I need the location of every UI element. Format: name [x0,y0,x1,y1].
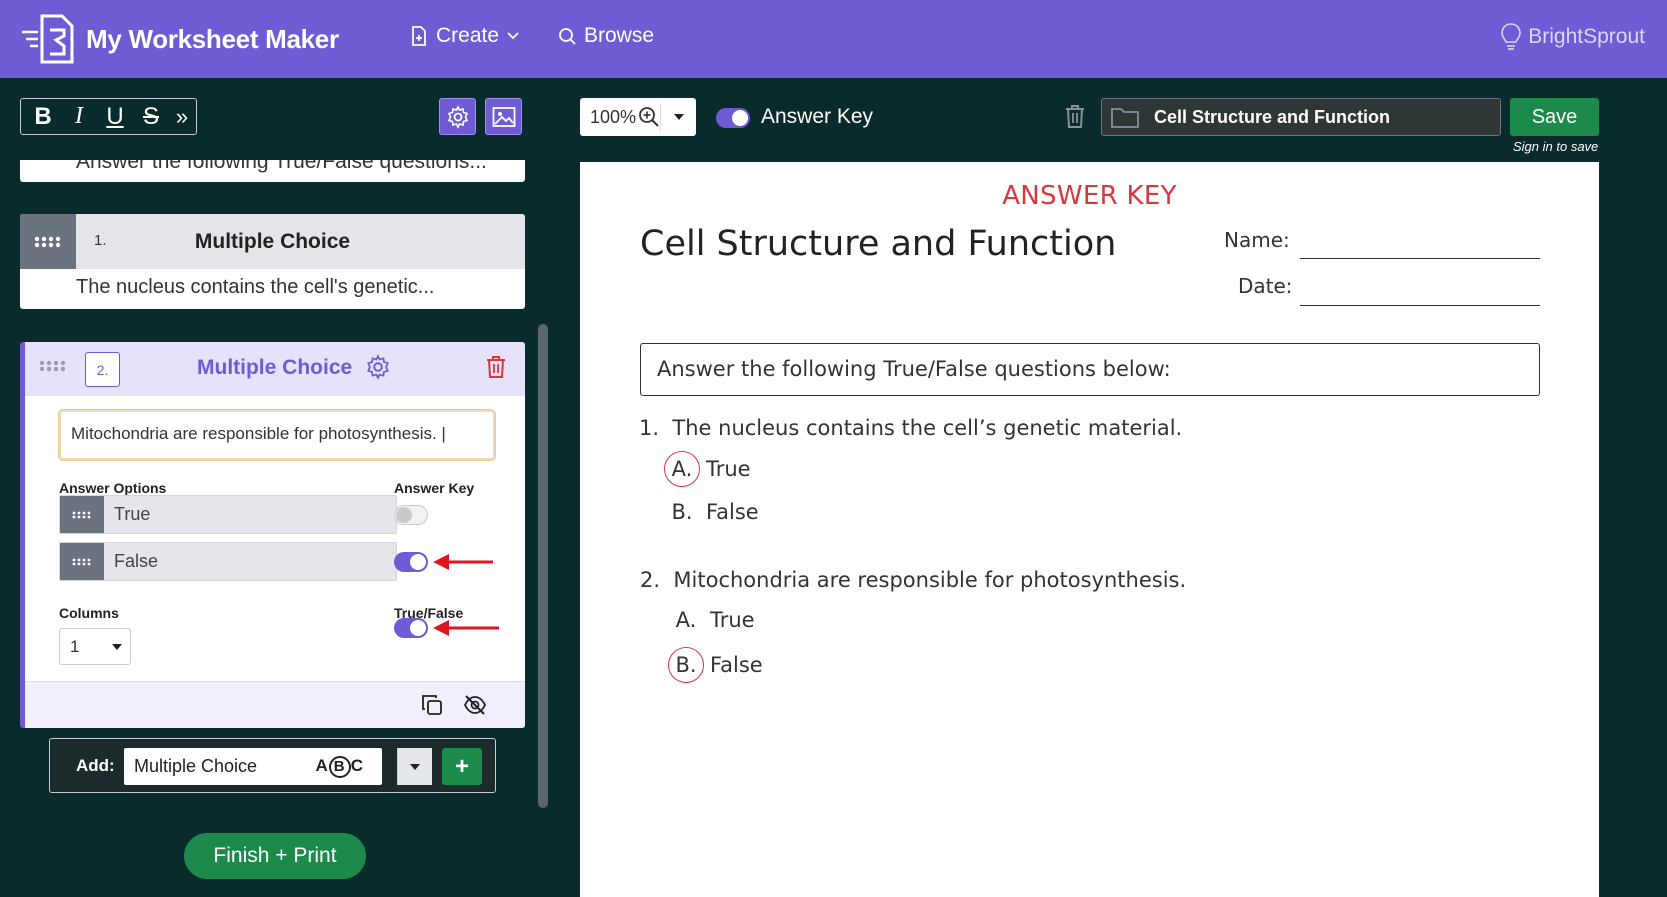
red-arrow-annotation [433,620,499,636]
worksheet-title: Cell Structure and Function [640,224,1117,264]
instructions-card-text: Answer the following True/False question… [76,160,487,173]
columns-label: Columns [59,605,119,621]
instructions-card[interactable]: Answer the following True/False question… [20,160,525,182]
add-question-button[interactable]: + [442,748,482,785]
underline-button[interactable]: U [99,101,131,133]
chevron-down-icon [507,32,519,40]
answer-option-text: True [114,504,151,524]
answer-1b: B. False [671,500,759,524]
question-card-2-header: 2. Multiple Choice [25,342,525,396]
nav-browse[interactable]: Browse [558,24,654,48]
app-logo[interactable]: My Worksheet Maker [20,12,339,66]
true-false-toggle[interactable] [394,618,428,638]
answer-key-toggle-true[interactable] [394,505,428,525]
brand-name: BrightSprout [1528,25,1645,48]
worksheet-title-field[interactable]: Cell Structure and Function [1101,98,1501,136]
question-type-dropdown-button[interactable] [397,748,432,785]
zoom-select[interactable]: 100% [580,98,696,136]
question-preview: The nucleus contains the cell's genetic.… [76,276,435,298]
question-type-select[interactable]: Multiple Choice ABC [124,748,382,785]
editor-scrollbar[interactable] [538,324,548,808]
question-type: Multiple Choice [197,356,353,379]
question-text-input[interactable]: Mitochondria are responsible for photosy… [59,410,495,460]
bold-button[interactable]: B [27,101,59,133]
folder-icon [1111,108,1139,128]
image-icon [492,106,515,127]
add-label: Add: [76,756,115,775]
italic-button[interactable]: I [63,101,95,133]
nav-create[interactable]: Create [410,24,519,48]
date-label: Date: [1238,274,1293,298]
more-format-button[interactable]: » [171,101,193,133]
zoom-value: 100% [590,106,637,127]
answer-option-false[interactable]: False [59,542,397,581]
question-1[interactable]: 1. The nucleus contains the cell’s genet… [639,416,1182,440]
answer-2b: B. False [668,647,763,683]
sign-in-link[interactable]: Sign in to save [1513,139,1598,154]
question-card-1-header: 1. Multiple Choice [20,214,525,269]
instructions-box[interactable]: Answer the following True/False question… [640,343,1540,396]
answer-options-label: Answer Options [59,480,167,496]
worksheet-title-value: Cell Structure and Function [1154,106,1391,127]
finish-print-button[interactable]: Finish + Print [184,833,366,879]
question-type: Multiple Choice [194,229,351,253]
nav-browse-label: Browse [584,24,655,47]
question-number: 2. [85,352,120,387]
question-card-1[interactable]: 1. Multiple Choice The nucleus contains … [20,214,525,309]
question-card-2[interactable]: 2. Multiple Choice Mitochondria are resp… [20,342,525,728]
duplicate-icon[interactable] [421,694,443,716]
answer-key-heading: ANSWER KEY [1002,181,1177,211]
worksheet-preview: ANSWER KEY Cell Structure and Function N… [580,162,1599,897]
name-label: Name: [1224,228,1290,252]
lightbulb-icon [1501,23,1522,50]
circled-answer-letter: A. [664,451,700,487]
answer-key-main-toggle[interactable] [716,108,750,128]
strikethrough-button[interactable]: S [135,101,167,133]
answer-option-true[interactable]: True [59,495,397,534]
gear-icon [447,104,468,129]
zoom-in-icon [639,107,659,127]
brand-logo[interactable]: BrightSprout [1500,22,1645,52]
top-nav: My Worksheet Maker Create Browse BrightS… [0,0,1667,78]
answer-1a: A. True [664,451,751,487]
drag-handle-icon[interactable] [60,543,104,580]
question-type-value: Multiple Choice [134,756,258,776]
logo-icon [20,12,80,66]
columns-value: 1 [70,636,80,656]
search-icon [559,28,576,45]
nav-create-label: Create [436,24,500,47]
format-toolbar: B I U S » [20,98,197,135]
insert-image-button[interactable] [485,98,522,135]
trash-icon[interactable] [1064,103,1086,129]
red-arrow-annotation [433,554,493,570]
abc-icon: ABC [315,756,364,778]
hide-eye-icon[interactable] [463,694,487,716]
answer-key-toggle-false[interactable] [394,552,428,572]
date-line [1300,305,1540,306]
app-title: My Worksheet Maker [86,23,339,54]
trash-icon[interactable] [485,355,507,379]
new-file-icon [412,26,426,46]
drag-handle-icon[interactable] [39,360,67,372]
settings-button[interactable] [439,98,476,135]
question-2[interactable]: 2. Mitochondria are responsible for phot… [640,568,1186,592]
circled-answer-letter: B. [668,647,704,683]
answer-2a: A. True [675,608,755,632]
drag-handle-icon[interactable] [60,496,104,533]
answer-key-label: Answer Key [394,480,475,496]
name-line [1300,258,1540,259]
columns-select[interactable]: 1 [59,628,131,665]
save-button[interactable]: Save [1510,98,1599,136]
gear-icon[interactable] [365,354,391,380]
answer-option-text: False [114,551,159,571]
question-card-footer [25,681,525,728]
add-question-bar: Add: Multiple Choice ABC + [49,738,496,793]
answer-key-toggle-label: Answer Key [761,105,874,128]
